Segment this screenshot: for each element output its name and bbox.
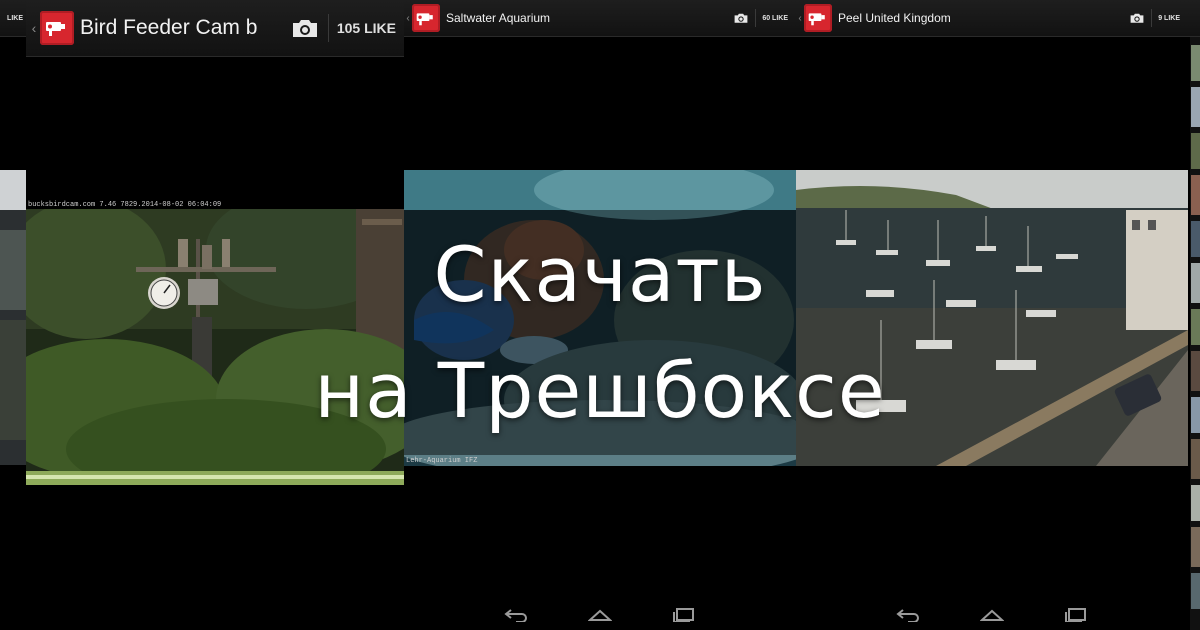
action-bar: LIKE — [0, 0, 26, 37]
video-frame — [796, 170, 1188, 466]
video-frame — [0, 170, 26, 465]
like-count[interactable]: 105 LIKE — [337, 20, 396, 36]
camera-title: Saltwater Aquarium — [446, 11, 551, 25]
back-chevron-icon[interactable]: ‹ — [404, 13, 412, 24]
webcam-app-icon[interactable] — [412, 4, 440, 32]
action-bar: ‹ Bird Feeder Cam b 105 LIKE — [26, 0, 404, 57]
thumbnail-strip — [1190, 37, 1200, 630]
recents-nav-icon[interactable] — [1063, 607, 1089, 623]
camera-title: Peel United Kingdom — [838, 11, 951, 25]
webcam-stream-image — [26, 209, 404, 485]
panel-saltwater: ‹ Saltwater Aquarium 60 LIKE Lehr-Aquari… — [404, 0, 796, 630]
action-bar: ‹ Peel United Kingdom 9 LIKE — [796, 0, 1188, 37]
webcam-stream-image — [0, 170, 26, 465]
stream-watermark: Lehr-Aquarium IFZ — [406, 457, 478, 465]
camera-icon[interactable] — [290, 17, 320, 39]
back-nav-icon[interactable] — [895, 607, 921, 623]
camera-icon[interactable] — [733, 12, 749, 24]
webcam-app-icon[interactable] — [40, 11, 74, 45]
video-frame — [26, 209, 404, 485]
divider — [755, 9, 757, 27]
back-chevron-icon[interactable]: ‹ — [28, 20, 40, 36]
home-nav-icon[interactable] — [979, 607, 1005, 623]
system-nav-bar — [404, 600, 796, 630]
webcam-stream-image — [404, 170, 796, 466]
recents-nav-icon[interactable] — [671, 607, 697, 623]
webcam-stream-image — [796, 170, 1188, 466]
like-count[interactable]: 9 LIKE — [1158, 15, 1180, 22]
webcam-app-icon[interactable] — [804, 4, 832, 32]
like-count[interactable]: 60 LIKE — [762, 15, 788, 22]
divider — [327, 14, 329, 42]
home-nav-icon[interactable] — [587, 607, 613, 623]
action-bar — [1188, 0, 1200, 37]
panel-bird-feeder: ‹ Bird Feeder Cam b 105 LIKE bucksbirdca… — [26, 0, 404, 630]
panel-right-edge — [1188, 0, 1200, 630]
panel-left-edge: LIKE — [0, 0, 26, 630]
video-frame — [404, 170, 796, 466]
stream-timestamp: bucksbirdcam.com 7.46 7829.2014-08-02 06… — [28, 201, 222, 209]
camera-icon[interactable] — [1129, 12, 1145, 24]
back-nav-icon[interactable] — [503, 607, 529, 623]
system-nav-bar — [796, 600, 1188, 630]
camera-title: Bird Feeder Cam b — [80, 16, 258, 39]
back-chevron-icon[interactable]: ‹ — [796, 13, 804, 24]
divider — [1151, 9, 1153, 27]
action-bar: ‹ Saltwater Aquarium 60 LIKE — [404, 0, 796, 37]
panel-peel: ‹ Peel United Kingdom 9 LIKE — [796, 0, 1188, 630]
like-count[interactable]: LIKE — [7, 15, 23, 22]
